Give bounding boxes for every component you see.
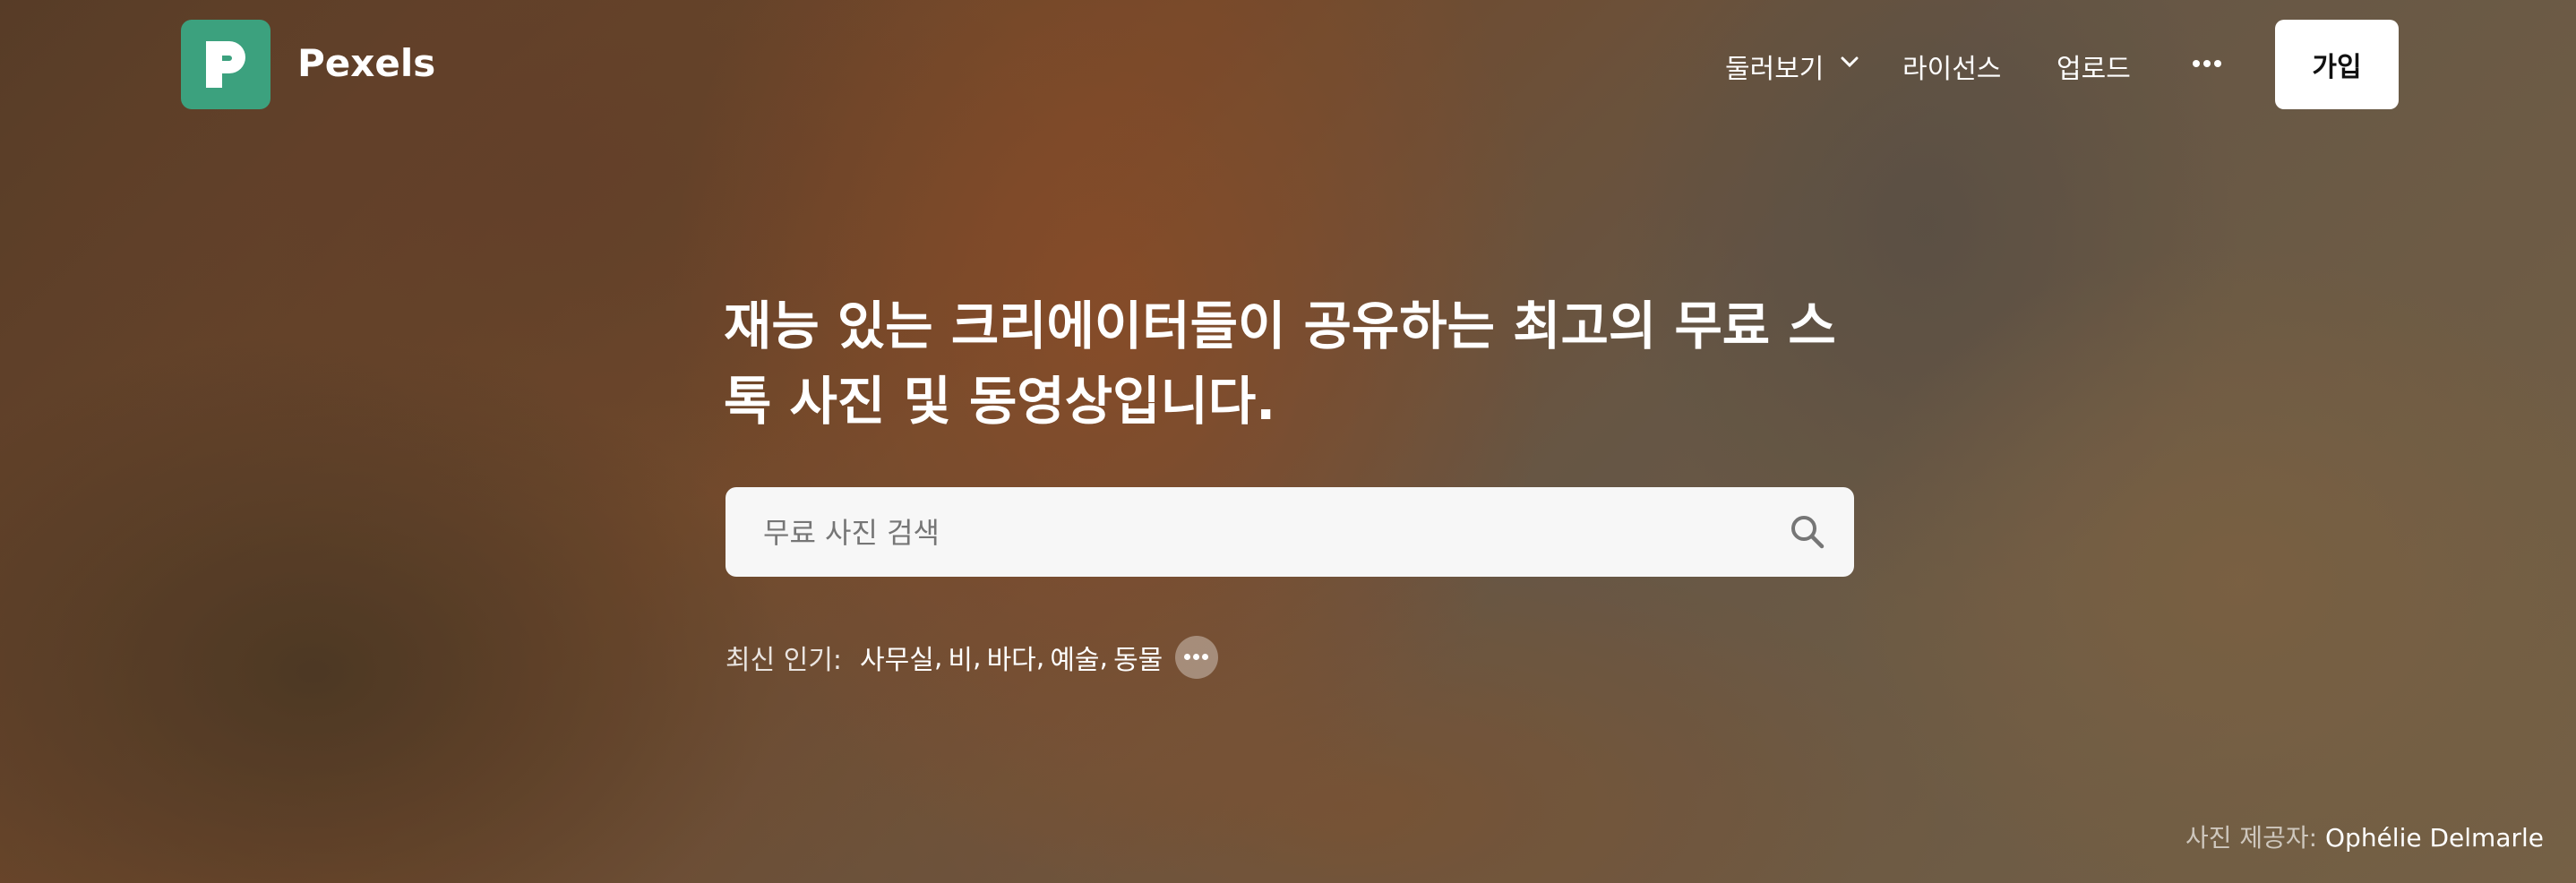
pexels-logo-icon[interactable] [181,20,270,109]
trending-link[interactable]: 바다 [987,638,1036,677]
nav-explore-label: 둘러보기 [1725,54,1825,85]
nav-upload[interactable]: 업로드 [2057,47,2131,86]
brand-name[interactable]: Pexels [297,41,435,85]
trending-more-icon[interactable] [1175,636,1219,679]
photographer-link[interactable]: Ophélie Delmarle [2325,823,2544,853]
photo-credit-label: 사진 제공자: [2185,823,2318,853]
signup-button[interactable]: 가입 [2275,20,2399,109]
search-input[interactable] [763,512,1730,553]
photo-credit: 사진 제공자: Ophélie Delmarle [2185,819,2544,854]
more-horizontal-icon[interactable] [2189,50,2225,77]
nav-explore[interactable]: 둘러보기 [1725,47,1859,86]
hero-headline: 재능 있는 크리에이터들이 공유하는 최고의 무료 스톡 사진 및 동영상입니다… [724,296,1836,432]
trending-link[interactable]: 동물 [1113,638,1163,677]
hero-background: Pexels 둘러보기 라이선스 업로드 가입 재능 있는 크리에이터들이 공유… [0,0,2576,883]
trending-searches: 최신 인기: 사무실, 비, 바다, 예술, 동물 [726,636,1219,679]
trending-link[interactable]: 비 [948,638,973,677]
trending-label: 최신 인기: [726,645,843,676]
top-navigation: Pexels 둘러보기 라이선스 업로드 가입 [0,0,2576,131]
search-icon[interactable] [1786,510,1829,553]
trending-link[interactable]: 예술 [1050,638,1099,677]
chevron-down-icon [1841,56,1859,68]
search-bar [726,487,1854,577]
trending-link[interactable]: 사무실 [860,638,934,677]
nav-license[interactable]: 라이선스 [1902,47,2001,86]
